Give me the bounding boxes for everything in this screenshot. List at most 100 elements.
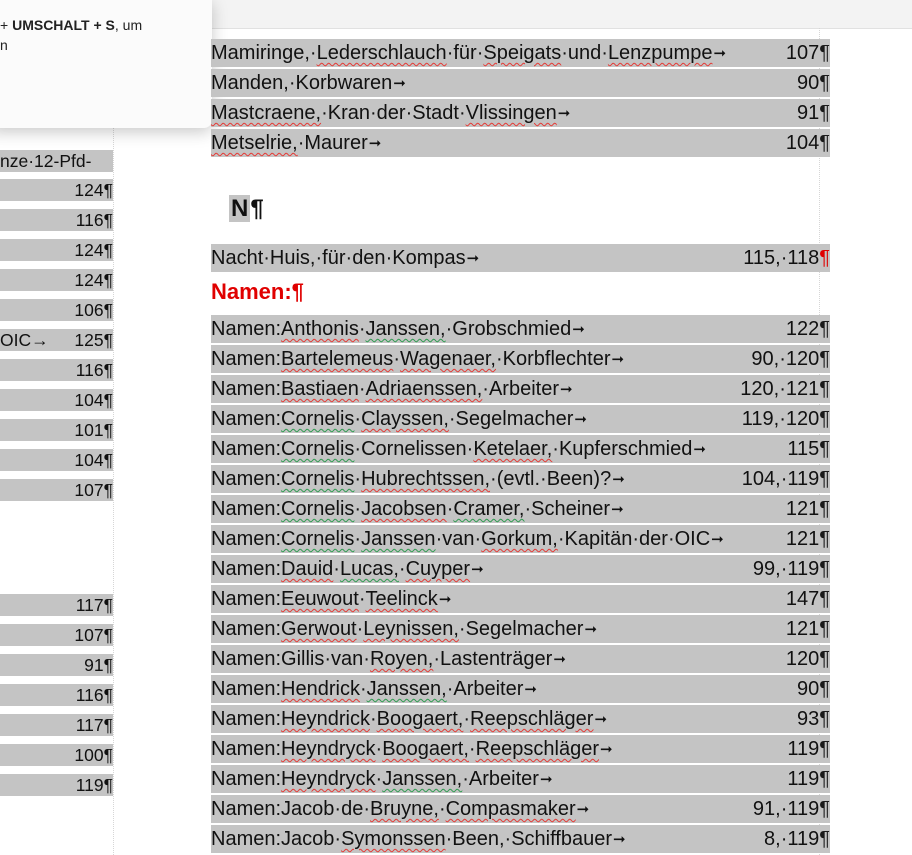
entry-prefix: Namen: <box>211 828 282 850</box>
left-index-row[interactable]: 124¶ <box>0 239 113 261</box>
entry-prefix: Namen: <box>211 348 282 370</box>
left-row-page-number: 101¶ <box>72 419 113 441</box>
entry-label: Anthonis·Janssen,·Grobschmied <box>281 318 572 340</box>
index-entry-row[interactable]: Namen:Eeuwout·Teelinck➞ 147¶ <box>211 585 830 613</box>
pilcrow-mark: ¶ <box>819 408 830 430</box>
entry-prefix: Namen: <box>211 468 282 490</box>
entry-page-number: 90,·120¶ <box>748 345 830 373</box>
page-number-value: 119 <box>787 738 820 760</box>
index-entry-row[interactable]: Namen:Dauid·Lucas,·Cuyper➞ 99,·119¶ <box>211 555 830 583</box>
entry-text: Namen:Gillis·van·Royen,·Lastenträger➞ <box>211 645 568 673</box>
pilcrow-mark: ¶ <box>819 528 830 550</box>
index-entry-row[interactable]: Namen:Heyndryck·Boogaert,·Reepschläger➞ 1… <box>211 735 830 763</box>
index-entry-row[interactable]: Metselrie,·Maurer➞ 104¶ <box>211 129 830 157</box>
namen-heading[interactable]: Namen:¶ <box>211 277 304 307</box>
left-index-row[interactable]: 107¶ <box>0 479 113 501</box>
entry-text: Namen:Cornelis·Jacobsen·Cramer,·Scheiner… <box>211 495 626 523</box>
index-entry-row[interactable]: Namen:Cornelis·Clayssen,·Segelmacher➞ 119… <box>211 405 830 433</box>
index-entry-row[interactable]: Mastcraene,·Kran·der·Stadt·Vlissingen➞ 91… <box>211 99 830 127</box>
tab-leader-dots <box>0 269 77 291</box>
index-entry-row[interactable]: Namen:Heyndryck·Janssen,·Arbeiter➞ 119¶ <box>211 765 830 793</box>
left-index-row[interactable]: 116¶ <box>0 684 113 706</box>
entry-label: Heyndryck·Boogaert,·Reepschläger <box>281 738 600 760</box>
index-entry-row[interactable]: Namen:Hendrick·Janssen,·Arbeiter➞ 90¶ <box>211 675 830 703</box>
left-index-row[interactable]: OIC→ 125¶ <box>0 329 113 351</box>
entry-text: Nacht·Huis,·für·den·Kompas➞ <box>211 244 482 272</box>
left-index-row[interactable]: 107¶ <box>0 624 113 646</box>
index-entry-row[interactable]: Namen:Jacob·Symonssen·Been,·Schiffbauer➞… <box>211 825 830 853</box>
page-number-value: 104,·119 <box>741 468 820 490</box>
entry-prefix: Namen: <box>211 618 282 640</box>
entry-text: Mamiringe,·Lederschlauch·für·Speigats·un… <box>211 39 729 67</box>
tab-arrow-icon: ➞ <box>572 321 585 338</box>
tab-arrow-icon: ➞ <box>584 621 598 638</box>
entry-page-number: 147¶ <box>782 585 830 613</box>
left-index-row[interactable]: 124¶ <box>0 179 113 201</box>
page-number-value: 91,·119 <box>752 798 820 820</box>
tab-arrow-icon: ➞ <box>600 741 613 758</box>
left-index-row[interactable]: 106¶ <box>0 299 113 321</box>
left-index-row[interactable]: 104¶ <box>0 389 113 411</box>
entry-label: Nacht·Huis,·für·den·Kompas <box>211 247 466 269</box>
left-index-row[interactable]: 101¶ <box>0 419 113 441</box>
left-index-row[interactable]: 116¶ <box>0 359 113 381</box>
left-row-page-number: 124¶ <box>72 269 113 291</box>
left-index-row[interactable]: 119¶ <box>0 774 113 796</box>
page-number-value: 122 <box>785 318 820 340</box>
left-row-page-number: 91¶ <box>82 654 113 676</box>
entry-text: Namen:Heyndryck·Janssen,·Arbeiter➞ <box>211 765 555 793</box>
entry-text: Namen:Jacob·de·Bruyne,·Compasmaker➞ <box>211 795 592 823</box>
left-index-row[interactable]: 117¶ <box>0 594 113 616</box>
page-number-value: 104 <box>785 132 820 154</box>
index-entry-row[interactable]: Namen:Cornelis·Jacobsen·Cramer,·Scheiner… <box>211 495 830 523</box>
entry-label: Jacob·de·Bruyne,·Compasmaker <box>281 798 576 820</box>
index-entry-row[interactable]: Namen:Cornelis·Janssen·van·Gorkum,·Kapit… <box>211 525 830 553</box>
left-row-text: OIC→ <box>0 329 51 351</box>
left-index-row[interactable]: 100¶ <box>0 744 113 766</box>
entry-text: Namen:Cornelis·Cornelissen·Ketelaer,·Kup… <box>211 435 708 463</box>
document-top-bar <box>212 0 912 29</box>
left-index-row[interactable]: 124¶ <box>0 269 113 291</box>
left-index-row[interactable]: 117¶ <box>0 714 113 736</box>
entry-page-number: 120¶ <box>782 645 830 673</box>
pilcrow-mark: ¶ <box>819 498 830 520</box>
entry-text: Namen:Eeuwout·Teelinck➞ <box>211 585 454 613</box>
left-index-row[interactable]: 116¶ <box>0 209 113 231</box>
tab-leader-dots <box>0 594 77 616</box>
pilcrow-mark: ¶ <box>819 247 830 269</box>
index-entry-row[interactable]: Namen:Jacob·de·Bruyne,·Compasmaker➞ 91,·1… <box>211 795 830 823</box>
index-entry-row[interactable]: Mamiringe,·Lederschlauch·für·Speigats·un… <box>211 39 830 67</box>
entry-page-number: 93¶ <box>794 705 830 733</box>
tab-leader-dots <box>0 419 77 441</box>
index-entry-row[interactable]: Namen:Cornelis·Cornelissen·Ketelaer,·Kup… <box>211 435 830 463</box>
index-entry-row[interactable]: Namen:Cornelis·Hubrechtssen,·(evtl.·Been… <box>211 465 830 493</box>
left-row-page-number: 117¶ <box>73 594 113 616</box>
index-entry-row[interactable]: Namen:Heyndrick·Boogaert,·Reepschläger➞ 9… <box>211 705 830 733</box>
entry-text: Namen:Bastiaen·Adriaenssen,·Arbeiter➞ <box>211 375 575 403</box>
tab-leader-dots <box>0 359 77 381</box>
index-entry-row[interactable]: Namen:Anthonis·Janssen,·Grobschmied➞ 122¶ <box>211 315 830 343</box>
left-row-page-number: 100¶ <box>72 744 113 766</box>
tab-arrow-icon: ➞ <box>471 561 484 578</box>
entry-prefix: Namen: <box>211 528 282 550</box>
entry-prefix: Namen: <box>211 798 282 820</box>
index-entry-row[interactable]: Namen:Gillis·van·Royen,·Lastenträger➞ 120… <box>211 645 830 673</box>
left-index-row[interactable]: 91¶ <box>0 654 113 676</box>
section-heading-n[interactable]: N¶ <box>229 192 264 226</box>
index-entry-row[interactable]: Nacht·Huis,·für·den·Kompas➞ 115,·118¶ <box>211 244 830 272</box>
index-entry-row[interactable]: Namen:Bartelemeus·Wagenaer,·Korbflechter… <box>211 345 830 373</box>
entry-text: Namen:Cornelis·Clayssen,·Segelmacher➞ <box>211 405 589 433</box>
index-entry-row[interactable]: Namen:Bastiaen·Adriaenssen,·Arbeiter➞ 120… <box>211 375 830 403</box>
entry-label: Eeuwout·Teelinck <box>281 588 438 610</box>
left-index-row[interactable]: 104¶ <box>0 449 113 471</box>
entry-label: Jacob·Symonssen·Been,·Schiffbauer <box>281 828 612 850</box>
shortcut-tooltip: + UMSCHALT + S, um n <box>0 0 212 128</box>
pilcrow-mark: ¶ <box>819 558 830 580</box>
index-entry-row[interactable]: Namen:Gerwout·Leynissen,·Segelmacher➞ 121… <box>211 615 830 643</box>
left-row-page-number: 117¶ <box>73 714 113 736</box>
index-entry-row[interactable]: Manden,·Korbwaren➞ 90¶ <box>211 69 830 97</box>
tab-leader-dots <box>0 654 77 676</box>
tab-arrow-icon: ➞ <box>713 45 727 62</box>
entry-page-number: 104¶ <box>782 129 830 157</box>
page-number-value: 90 <box>797 72 820 94</box>
